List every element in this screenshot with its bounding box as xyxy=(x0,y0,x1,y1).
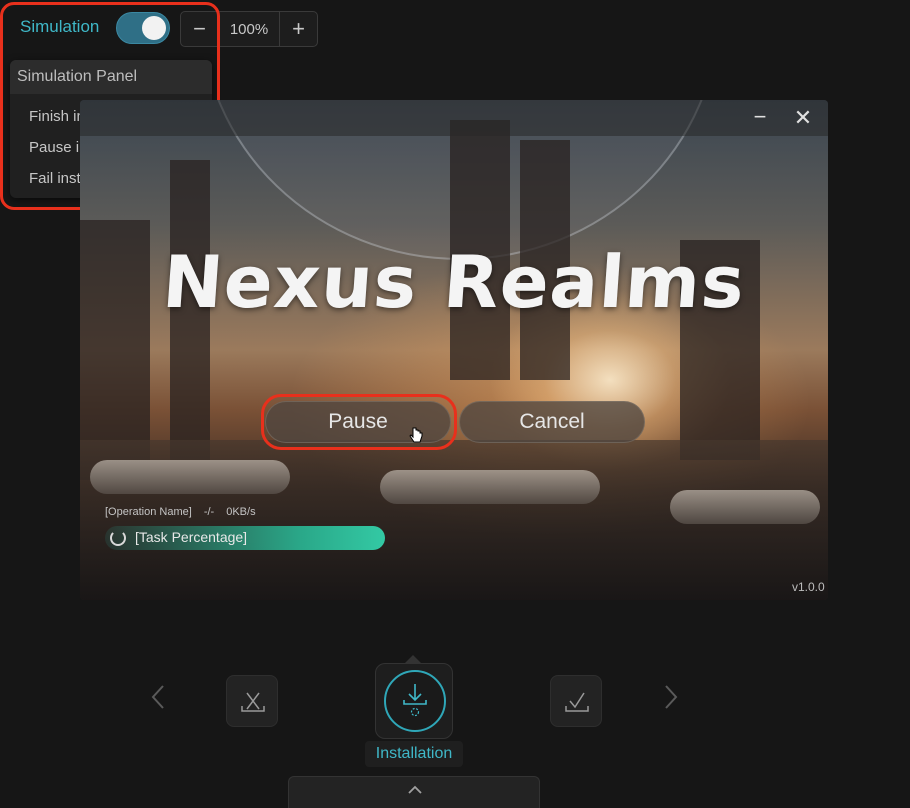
operation-speed: 0KB/s xyxy=(226,506,256,518)
progress-bar: [Task Percentage] xyxy=(105,526,385,550)
active-step-caret xyxy=(405,655,421,663)
step-installation[interactable] xyxy=(375,663,453,739)
step-finish[interactable] xyxy=(550,675,602,727)
download-icon xyxy=(403,684,427,717)
zoom-level: 100% xyxy=(229,20,269,38)
spinner-icon xyxy=(110,530,126,546)
step-label-installation: Installation xyxy=(365,741,463,767)
game-title: Nexus Realms xyxy=(159,240,748,324)
close-button[interactable]: ✕ xyxy=(792,106,814,130)
minimize-button[interactable]: − xyxy=(750,106,770,130)
chevron-right-icon[interactable] xyxy=(663,683,679,718)
version-label: v1.0.0 xyxy=(792,580,825,594)
task-percentage: [Task Percentage] xyxy=(135,529,248,545)
background-ship xyxy=(670,490,820,524)
step-cancel[interactable] xyxy=(226,675,278,727)
background-ship xyxy=(90,460,290,494)
x-tray-icon xyxy=(241,692,265,712)
bottom-drawer-tab[interactable] xyxy=(288,776,540,808)
cancel-button[interactable]: Cancel xyxy=(459,401,645,443)
highlight-annotation xyxy=(261,394,457,450)
operation-name: [Operation Name] xyxy=(105,506,192,518)
check-tray-icon xyxy=(565,692,589,712)
operation-status: [Operation Name] -/- 0KB/s xyxy=(105,506,256,518)
launcher-window: − ✕ Nexus Realms Pause Cancel [Operation… xyxy=(80,100,828,600)
chevron-up-icon xyxy=(408,785,422,794)
background-ship xyxy=(380,470,600,504)
operation-eta: -/- xyxy=(203,506,215,518)
window-titlebar xyxy=(80,100,828,136)
zoom-in-button[interactable]: + xyxy=(279,12,317,46)
hand-cursor-icon xyxy=(409,427,423,443)
installation-ring xyxy=(384,670,446,732)
chevron-left-icon[interactable] xyxy=(150,683,166,718)
